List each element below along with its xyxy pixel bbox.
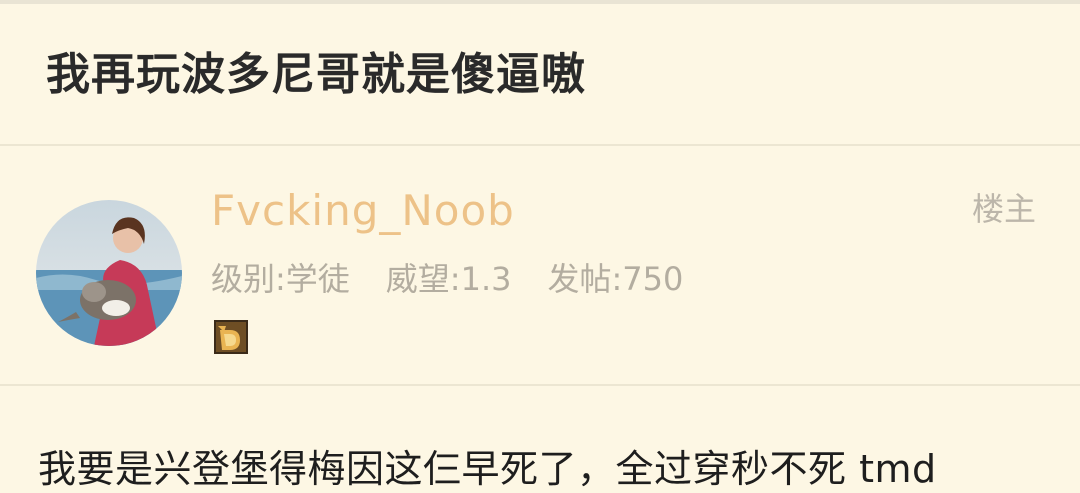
post-content: 我要是兴登堡得梅因这仨早死了，全过穿秒不死 tmd <box>38 447 937 491</box>
user-level: 级别:学徒 <box>211 260 350 298</box>
top-divider <box>0 0 1080 4</box>
post-header: Fvcking_Noob 级别:学徒 威望:1.3 发帖:750 楼主 <box>0 146 1080 384</box>
user-prestige: 威望:1.3 <box>385 260 512 298</box>
divider <box>0 384 1080 386</box>
badge-icon <box>214 320 248 354</box>
user-post-count: 发帖:750 <box>547 260 684 298</box>
user-avatar[interactable] <box>36 200 182 346</box>
thread-title: 我再玩波多尼哥就是傻逼嗷 <box>46 49 586 100</box>
username[interactable]: Fvcking_Noob <box>211 186 515 235</box>
user-stats: 级别:学徒 威望:1.3 发帖:750 <box>211 254 719 300</box>
op-tag: 楼主 <box>971 190 1036 228</box>
